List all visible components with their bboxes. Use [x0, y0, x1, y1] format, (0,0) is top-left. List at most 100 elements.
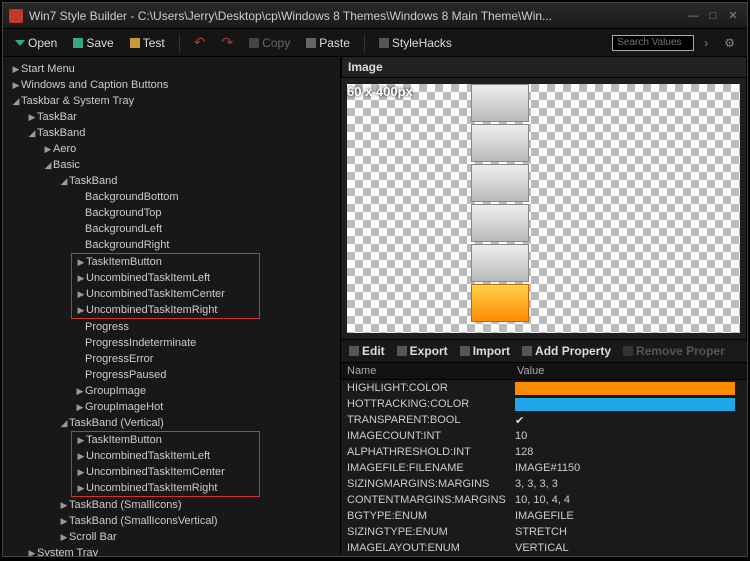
tree-item[interactable]: ▶UncombinedTaskItemCenter [72, 464, 259, 480]
checkbox-icon[interactable]: ✔ [515, 415, 524, 427]
import-button[interactable]: Import [456, 343, 514, 359]
expand-icon[interactable]: ▶ [11, 64, 21, 75]
property-row[interactable]: ALPHATHRESHOLD:INT128 [341, 444, 747, 460]
property-row[interactable]: IMAGEFILE:FILENAMEIMAGE#1150 [341, 460, 747, 476]
tree-item[interactable]: ProgressPaused [3, 367, 340, 383]
next-button[interactable]: › [698, 34, 714, 52]
property-value[interactable]: ✔ [511, 414, 747, 427]
property-value[interactable]: 128 [511, 446, 747, 458]
column-name[interactable]: Name [341, 363, 511, 379]
property-row[interactable]: IMAGELAYOUT:ENUMVERTICAL [341, 540, 747, 556]
color-swatch[interactable] [515, 382, 735, 395]
sprite-state[interactable] [471, 204, 529, 242]
property-row[interactable]: IMAGECOUNT:INT10 [341, 428, 747, 444]
property-row[interactable]: SIZINGMARGINS:MARGINS3, 3, 3, 3 [341, 476, 747, 492]
test-button[interactable]: Test [124, 34, 171, 52]
paste-button[interactable]: Paste [300, 34, 356, 52]
tree-item[interactable]: ▶TaskBar [3, 109, 340, 125]
maximize-button[interactable]: □ [705, 9, 721, 23]
tree-item[interactable]: ▶TaskBand (SmallIcons) [3, 497, 340, 513]
expand-icon[interactable]: ▶ [76, 305, 86, 316]
tree-item[interactable]: BackgroundRight [3, 237, 340, 253]
expand-icon[interactable]: ▶ [43, 144, 53, 155]
settings-button[interactable]: ⚙ [718, 34, 741, 52]
save-button[interactable]: Save [67, 34, 119, 52]
export-button[interactable]: Export [393, 343, 452, 359]
expand-icon[interactable]: ◢ [43, 160, 53, 171]
tree-item[interactable]: ◢Basic [3, 157, 340, 173]
image-preview[interactable]: 60 x 400px [341, 78, 747, 339]
expand-icon[interactable]: ▶ [76, 467, 86, 478]
property-value[interactable]: IMAGE#1150 [511, 462, 747, 474]
redo-button[interactable]: ↷ [215, 32, 239, 53]
property-value[interactable]: STRETCH [511, 526, 747, 538]
tree-item[interactable]: ProgressIndeterminate [3, 335, 340, 351]
search-input[interactable] [612, 35, 694, 51]
tree-item[interactable]: ▶Start Menu [3, 61, 340, 77]
titlebar[interactable]: Win7 Style Builder - C:\Users\Jerry\Desk… [3, 3, 747, 29]
sprite-state-active[interactable] [471, 284, 529, 322]
property-row[interactable]: CONTENTMARGINS:MARGINS10, 10, 4, 4 [341, 492, 747, 508]
tree-item[interactable]: ◢TaskBand [3, 125, 340, 141]
tree-item[interactable]: ▶GroupImageHot [3, 399, 340, 415]
expand-icon[interactable]: ▶ [75, 402, 85, 413]
tree-view[interactable]: ▶Start Menu▶Windows and Caption Buttons◢… [3, 57, 341, 556]
minimize-button[interactable]: — [685, 9, 701, 23]
tree-item[interactable]: ▶UncombinedTaskItemLeft [72, 448, 259, 464]
property-value[interactable] [511, 382, 747, 395]
property-row[interactable]: HOTTRACKING:COLOR [341, 396, 747, 412]
sprite-state[interactable] [471, 124, 529, 162]
edit-button[interactable]: Edit [345, 343, 389, 359]
tree-item[interactable]: BackgroundBottom [3, 189, 340, 205]
tree-item[interactable]: BackgroundTop [3, 205, 340, 221]
expand-icon[interactable]: ◢ [11, 96, 21, 107]
tree-item[interactable]: ▶TaskBand (SmallIconsVertical) [3, 513, 340, 529]
tree-item[interactable]: ◢TaskBand (Vertical) [3, 415, 340, 431]
sprite-state[interactable] [471, 84, 529, 122]
expand-icon[interactable]: ▶ [76, 451, 86, 462]
property-row[interactable]: BGTYPE:ENUMIMAGEFILE [341, 508, 747, 524]
remove-property-button[interactable]: Remove Proper [619, 343, 729, 359]
column-value[interactable]: Value [511, 363, 550, 379]
property-value[interactable]: 10 [511, 430, 747, 442]
tree-item[interactable]: ▶UncombinedTaskItemCenter [72, 286, 259, 302]
tree-item[interactable]: ▶Windows and Caption Buttons [3, 77, 340, 93]
expand-icon[interactable]: ◢ [59, 418, 69, 429]
tree-item[interactable]: ◢Taskbar & System Tray [3, 93, 340, 109]
property-value[interactable] [511, 398, 747, 411]
expand-icon[interactable]: ▶ [27, 112, 37, 123]
undo-button[interactable]: ↶ [188, 32, 212, 53]
tree-item[interactable]: ▶TaskItemButton [72, 254, 259, 270]
close-button[interactable]: ✕ [725, 9, 741, 23]
expand-icon[interactable]: ▶ [76, 257, 86, 268]
tree-item[interactable]: ▶GroupImage [3, 383, 340, 399]
property-list[interactable]: HIGHLIGHT:COLORHOTTRACKING:COLORTRANSPAR… [341, 380, 747, 556]
open-button[interactable]: Open [9, 34, 63, 52]
expand-icon[interactable]: ▶ [59, 500, 69, 511]
tree-item[interactable]: Progress [3, 319, 340, 335]
tree-item[interactable]: ▶System Tray [3, 545, 340, 556]
expand-icon[interactable]: ▶ [59, 532, 69, 543]
expand-icon[interactable]: ◢ [27, 128, 37, 139]
expand-icon[interactable]: ▶ [76, 483, 86, 494]
tree-item[interactable]: ▶Aero [3, 141, 340, 157]
sprite-state[interactable] [471, 244, 529, 282]
property-value[interactable]: 10, 10, 4, 4 [511, 494, 747, 506]
expand-icon[interactable]: ◢ [59, 176, 69, 187]
tree-item[interactable]: ▶UncombinedTaskItemRight [72, 302, 259, 318]
stylehacks-button[interactable]: StyleHacks [373, 34, 458, 52]
tree-item[interactable]: BackgroundLeft [3, 221, 340, 237]
add-property-button[interactable]: Add Property [518, 343, 615, 359]
property-row[interactable]: HIGHLIGHT:COLOR [341, 380, 747, 396]
copy-button[interactable]: Copy [243, 34, 296, 52]
expand-icon[interactable]: ▶ [27, 548, 37, 557]
property-row[interactable]: SIZINGTYPE:ENUMSTRETCH [341, 524, 747, 540]
color-swatch[interactable] [515, 398, 735, 411]
tree-item[interactable]: ▶TaskItemButton [72, 432, 259, 448]
tree-item[interactable]: ▶Scroll Bar [3, 529, 340, 545]
expand-icon[interactable]: ▶ [11, 80, 21, 91]
tree-item[interactable]: ▶UncombinedTaskItemLeft [72, 270, 259, 286]
expand-icon[interactable]: ▶ [76, 289, 86, 300]
property-value[interactable]: 3, 3, 3, 3 [511, 478, 747, 490]
expand-icon[interactable]: ▶ [76, 273, 86, 284]
